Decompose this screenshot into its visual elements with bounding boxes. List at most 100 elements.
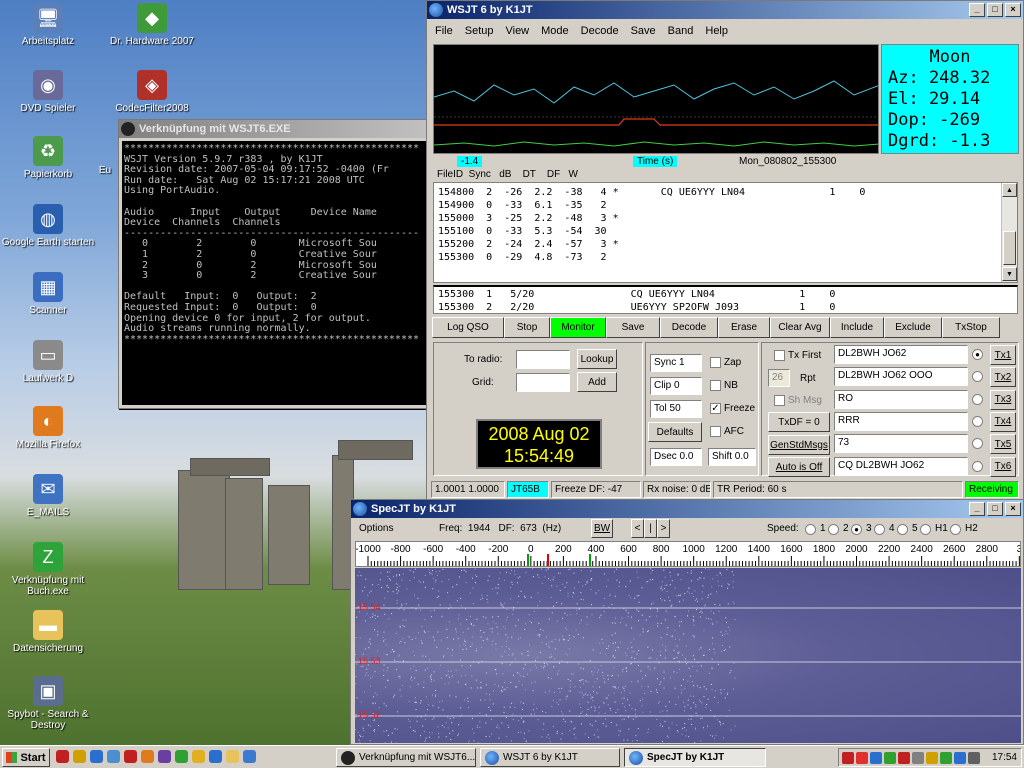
quick-launch-icon[interactable] — [124, 750, 137, 763]
maximize-button[interactable]: □ — [987, 502, 1003, 516]
stop-button[interactable]: Stop — [504, 317, 550, 338]
minimize-button[interactable]: _ — [969, 3, 985, 17]
zap-checkbox[interactable]: Zap — [710, 357, 741, 368]
defaults-button[interactable]: Defaults — [648, 422, 702, 442]
desktop-icon[interactable]: ✉ E_MAILS — [0, 474, 96, 518]
menu-item[interactable]: Help — [699, 23, 734, 41]
save-button[interactable]: Save — [606, 317, 660, 338]
console-titlebar[interactable]: Verknüpfung mit WSJT6.EXE — [119, 120, 427, 138]
specjt-window[interactable]: SpecJT by K1JT _ □ × Options Freq: 1944 … — [350, 499, 1024, 745]
scroll-down-button[interactable]: ▼ — [1002, 267, 1017, 281]
waterfall[interactable]: 15:54 15:53 15:52 — [355, 568, 1021, 743]
taskbar-task-button[interactable]: WSJT 6 by K1JT — [480, 748, 620, 767]
desktop-icon[interactable]: 🖥 Arbeitsplatz — [0, 3, 96, 47]
txdf-button[interactable]: TxDF = 0 — [768, 412, 830, 432]
tx-button[interactable]: Tx4 — [990, 411, 1016, 432]
quick-launch-icon[interactable] — [141, 750, 154, 763]
sh-msg-checkbox[interactable]: Sh Msg — [774, 395, 822, 406]
grid-input[interactable] — [516, 373, 570, 392]
tx-message-field[interactable]: DL2BWH JO62 — [834, 345, 968, 364]
speed-radio[interactable] — [920, 524, 931, 535]
menu-item[interactable]: Decode — [575, 23, 625, 41]
specjt-titlebar[interactable]: SpecJT by K1JT _ □ × — [351, 500, 1023, 518]
menu-item[interactable]: Save — [625, 23, 662, 41]
average-list[interactable]: 155300 1 5/20 CQ UE6YYY LN04 1 0 155300 2… — [433, 285, 1018, 314]
speed-radio[interactable] — [897, 524, 908, 535]
tx-message-field[interactable]: 73 — [834, 434, 968, 454]
menu-item[interactable]: File — [429, 23, 459, 41]
tx-radio[interactable] — [972, 371, 983, 383]
tx-radio[interactable] — [972, 415, 983, 427]
tx-message-field[interactable]: CQ DL2BWH JO62 — [834, 456, 968, 476]
tx-message-field[interactable]: DL2BWH JO62 OOO — [834, 367, 968, 387]
menu-item[interactable]: Setup — [459, 23, 500, 41]
close-button[interactable]: × — [1005, 502, 1021, 516]
scroll-thumb[interactable] — [1003, 231, 1016, 265]
decode-row[interactable]: 154900 0 -33 6.1 -35 2 — [438, 199, 1013, 212]
speed-radio[interactable] — [805, 524, 816, 535]
tx-radio[interactable] — [972, 393, 983, 405]
tray-icon[interactable] — [898, 752, 910, 764]
nb-check-box[interactable] — [710, 380, 721, 391]
quick-launch-icon[interactable] — [209, 750, 222, 763]
tx-first-checkbox[interactable]: Tx First — [774, 350, 821, 361]
txstop-button[interactable]: TxStop — [942, 317, 1000, 338]
decode-list[interactable]: 154800 2 -26 2.2 -38 4 * CQ UE6YYY LN04 … — [433, 182, 1018, 283]
taskbar-task-button[interactable]: Verknüpfung mit WSJT6.... — [336, 748, 476, 767]
tx-radio[interactable] — [972, 460, 983, 472]
speed-radio[interactable]: ● — [851, 524, 862, 535]
quick-launch-icon[interactable] — [192, 750, 205, 763]
freeze-checkbox[interactable]: ✓ Freeze — [710, 403, 755, 414]
monitor-button[interactable]: Monitor — [550, 317, 606, 338]
quick-launch-icon[interactable] — [73, 750, 86, 763]
tx-button[interactable]: Tx6 — [990, 456, 1016, 477]
quick-launch-icon[interactable] — [56, 750, 69, 763]
include-button[interactable]: Include — [830, 317, 884, 338]
desktop-icon[interactable]: ◉ DVD Spieler — [0, 70, 96, 114]
decode-row[interactable]: 155100 0 -33 5.3 -54 30 — [438, 225, 1013, 238]
add-button[interactable]: Add — [577, 372, 617, 392]
log-qso-button[interactable]: Log QSO — [432, 317, 504, 338]
decode-button[interactable]: Decode — [660, 317, 718, 338]
wsjt-window[interactable]: WSJT 6 by K1JT _ □ × File Setup View Mode De… — [426, 0, 1024, 500]
tx-message-field[interactable]: RRR — [834, 411, 968, 431]
tx-button[interactable]: Tx1 — [990, 345, 1016, 365]
decode-row[interactable]: 155200 2 -24 2.4 -57 3 * — [438, 238, 1013, 251]
console-window[interactable]: Verknüpfung mit WSJT6.EXE **************… — [118, 119, 428, 409]
quick-launch-icon[interactable] — [226, 750, 239, 763]
freeze-check-box[interactable]: ✓ — [710, 403, 721, 414]
decode-row[interactable]: 155300 0 -29 4.8 -73 2 — [438, 251, 1013, 264]
nav-button[interactable]: > — [657, 519, 670, 538]
tx-button[interactable]: Tx5 — [990, 434, 1016, 455]
nav-button[interactable]: | — [644, 519, 657, 538]
tx-button[interactable]: Tx2 — [990, 367, 1016, 388]
tx-button[interactable]: Tx3 — [990, 389, 1016, 410]
tray-icon[interactable] — [954, 752, 966, 764]
minimize-button[interactable]: _ — [969, 502, 985, 516]
zap-check-box[interactable] — [710, 357, 721, 368]
menu-item[interactable]: View — [499, 23, 535, 41]
nb-checkbox[interactable]: NB — [710, 380, 738, 391]
maximize-button[interactable]: □ — [987, 3, 1003, 17]
tray-icon[interactable] — [926, 752, 938, 764]
tx-radio[interactable] — [972, 438, 983, 450]
desktop-icon[interactable]: Eu — [90, 165, 120, 176]
average-row[interactable]: 155300 1 5/20 CQ UE6YYY LN04 1 0 — [438, 288, 1013, 301]
tray-icon[interactable] — [884, 752, 896, 764]
erase-button[interactable]: Erase — [718, 317, 770, 338]
tray-icon[interactable] — [856, 752, 868, 764]
tray-icon[interactable] — [968, 752, 980, 764]
clear-avg-button[interactable]: Clear Avg — [770, 317, 830, 338]
average-row[interactable]: 155300 2 2/20 UE6YYY SP2OFW J093 1 0 — [438, 301, 1013, 313]
speed-radio[interactable] — [874, 524, 885, 535]
desktop-icon[interactable]: ◍ Google Earth starten — [0, 204, 96, 248]
tol-spinner[interactable]: Tol 50 — [650, 400, 702, 418]
quick-launch-icon[interactable] — [90, 750, 103, 763]
sync-spinner[interactable]: Sync 1 — [650, 354, 702, 372]
close-button[interactable]: × — [1005, 3, 1021, 17]
specjt-options-menu[interactable]: Options — [359, 523, 393, 534]
desktop-icon[interactable]: ▣ Spybot - Search & Destroy — [0, 676, 96, 731]
quick-launch-icon[interactable] — [107, 750, 120, 763]
desktop-icon[interactable]: ♻ Papierkorb — [0, 136, 96, 180]
scroll-up-button[interactable]: ▲ — [1002, 183, 1017, 197]
